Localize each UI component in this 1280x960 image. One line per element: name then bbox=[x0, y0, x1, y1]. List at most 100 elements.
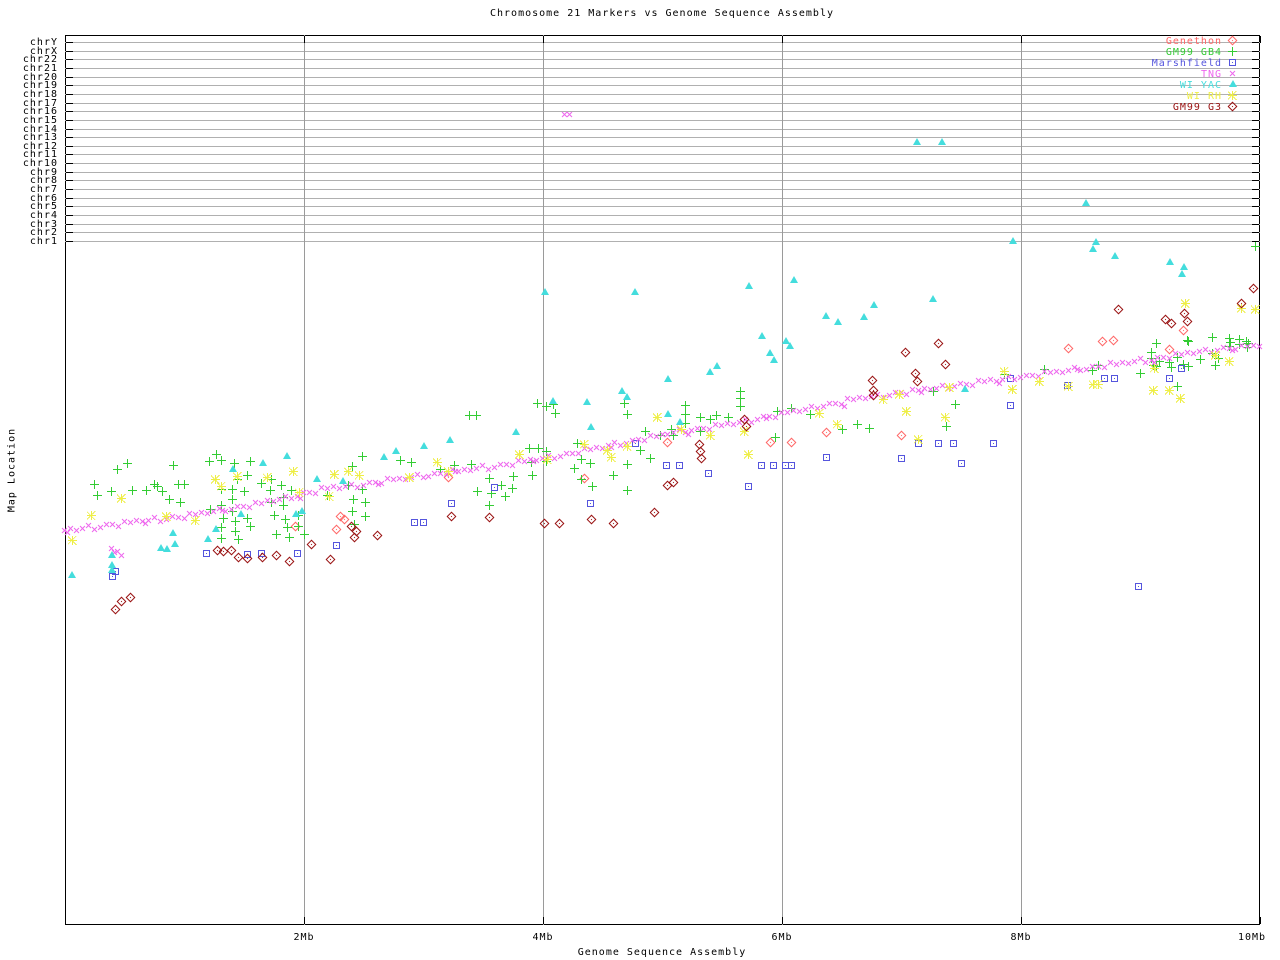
marker-marshfield bbox=[934, 440, 942, 447]
marker-gb4 bbox=[246, 457, 256, 466]
y-tick-right bbox=[1252, 93, 1259, 95]
marker-wirh bbox=[878, 395, 888, 404]
marker-gb4 bbox=[645, 454, 655, 463]
marker-wiyac bbox=[860, 313, 869, 320]
x-gridline bbox=[543, 35, 544, 925]
marker-gb4 bbox=[508, 484, 518, 493]
x-tick-top bbox=[782, 36, 783, 43]
marker-wiyac bbox=[1008, 237, 1017, 244]
y-axis-label: Map Location bbox=[6, 427, 18, 513]
y-tick-right bbox=[1252, 180, 1259, 182]
marker-marshfield bbox=[448, 500, 456, 507]
marker-gb4 bbox=[1196, 355, 1206, 364]
y-tick-left bbox=[66, 154, 73, 156]
marker-wirh bbox=[216, 482, 226, 491]
marker-wirh bbox=[1093, 380, 1103, 389]
marker-wiyac bbox=[168, 529, 177, 536]
y-tick-right bbox=[1252, 128, 1259, 130]
marker-wirh bbox=[191, 516, 201, 525]
marker-wirh bbox=[940, 413, 950, 422]
marker-marshfield bbox=[411, 519, 419, 526]
marker-wiyac bbox=[162, 545, 171, 552]
marker-gb4 bbox=[941, 422, 951, 431]
marker-marshfield bbox=[1007, 402, 1015, 409]
marker-marshfield bbox=[823, 454, 831, 461]
marker-gb4 bbox=[265, 486, 275, 495]
marker-wirh bbox=[515, 450, 525, 459]
marker-gb4 bbox=[165, 495, 175, 504]
marker-marshfield bbox=[1135, 583, 1143, 590]
marker-wiyac bbox=[766, 349, 775, 356]
marker-wiyac bbox=[789, 276, 798, 283]
marker-marshfield bbox=[491, 484, 499, 491]
x-tick-label: 4Mb bbox=[532, 932, 554, 943]
x-tick-top bbox=[304, 36, 305, 43]
marker-wiyac bbox=[297, 507, 306, 514]
marker-gb4 bbox=[128, 486, 138, 495]
marker-wiyac bbox=[1166, 258, 1175, 265]
x-tick-label: 6Mb bbox=[771, 932, 793, 943]
marker-wirh bbox=[622, 442, 632, 451]
marker-wirh bbox=[289, 467, 299, 476]
marker-gb4 bbox=[1251, 242, 1261, 251]
marker-marshfield bbox=[757, 462, 765, 469]
marker-gb4 bbox=[284, 533, 294, 542]
marker-wirh bbox=[1035, 377, 1045, 386]
chart-title: Chromosome 21 Markers vs Genome Sequence… bbox=[489, 8, 835, 19]
marker-gb4 bbox=[695, 413, 705, 422]
x-tick-bottom bbox=[543, 917, 544, 924]
marker-wirh bbox=[117, 494, 127, 503]
marker-gb4 bbox=[524, 444, 534, 453]
marker-wiyac bbox=[68, 571, 77, 578]
marker-wirh bbox=[1180, 299, 1190, 308]
marker-wirh bbox=[68, 536, 78, 545]
marker-wirh bbox=[895, 390, 905, 399]
marker-gb4 bbox=[951, 400, 961, 409]
y-tick-right bbox=[1252, 67, 1259, 69]
marker-wirh bbox=[1176, 394, 1186, 403]
x-tick-bottom bbox=[304, 917, 305, 924]
chr-gridline bbox=[65, 180, 1260, 182]
chr-gridline bbox=[65, 171, 1260, 173]
marker-wirh bbox=[1149, 364, 1159, 373]
marker-gb4 bbox=[1152, 339, 1162, 348]
marker-gb4 bbox=[246, 522, 256, 531]
marker-wiyac bbox=[1179, 263, 1188, 270]
marker-wiyac bbox=[445, 436, 454, 443]
marker-gb4 bbox=[271, 530, 281, 539]
marker-gb4 bbox=[577, 475, 587, 484]
marker-marshfield bbox=[787, 462, 795, 469]
y-tick-right bbox=[1252, 119, 1259, 121]
chr-gridline bbox=[65, 67, 1260, 69]
chr-gridline bbox=[65, 232, 1260, 234]
marker-gb4 bbox=[123, 459, 133, 468]
y-tick-left bbox=[66, 180, 73, 182]
y-tick-right bbox=[1252, 111, 1259, 113]
marker-wiyac bbox=[259, 459, 268, 466]
chr-gridline bbox=[65, 76, 1260, 78]
marker-marshfield bbox=[744, 483, 752, 490]
marker-gb4 bbox=[216, 456, 226, 465]
marker-wiyac bbox=[548, 397, 557, 404]
marker-wiyac bbox=[511, 428, 520, 435]
marker-gb4 bbox=[681, 401, 691, 410]
legend-item-label-wirh: WI RH bbox=[1186, 91, 1222, 102]
marker-wirh bbox=[330, 470, 340, 479]
marker-gb4 bbox=[228, 485, 238, 494]
marker-wiyac bbox=[757, 332, 766, 339]
chr-gridline bbox=[65, 206, 1260, 208]
marker-wirh bbox=[325, 492, 335, 501]
marker-gb4 bbox=[635, 446, 645, 455]
marker-wiyac bbox=[204, 535, 213, 542]
y-tick-left bbox=[66, 189, 73, 191]
marker-marshfield bbox=[989, 440, 997, 447]
marker-wirh bbox=[579, 440, 589, 449]
marker-wiyac bbox=[622, 393, 631, 400]
legend-marker-wiyac bbox=[1229, 80, 1237, 87]
marker-wirh bbox=[344, 467, 354, 476]
marker-marshfield bbox=[294, 550, 302, 557]
marker-wirh bbox=[443, 467, 453, 476]
marker-gb4 bbox=[551, 409, 561, 418]
marker-wiyac bbox=[236, 510, 245, 517]
marker-wirh bbox=[914, 435, 924, 444]
